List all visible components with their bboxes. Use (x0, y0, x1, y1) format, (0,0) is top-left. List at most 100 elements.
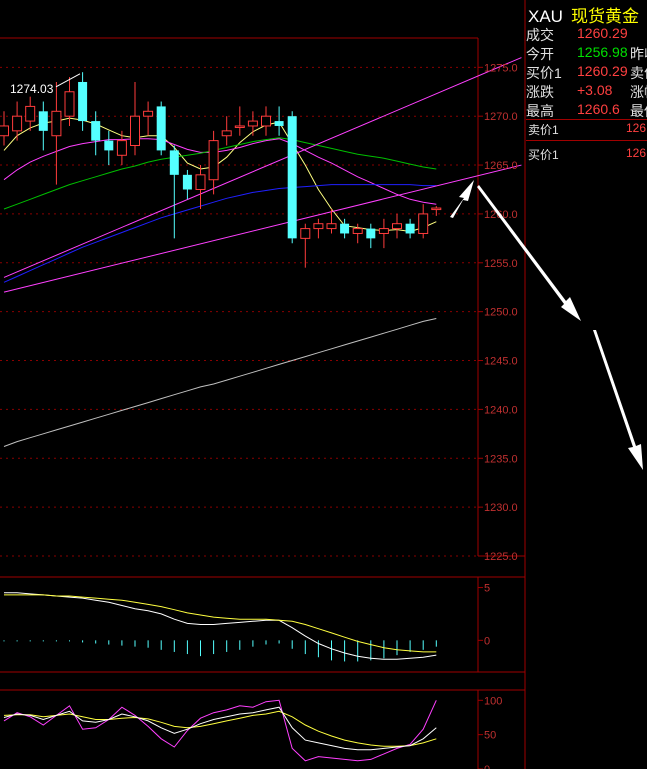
price-tick-label: 1250.0 (484, 307, 518, 319)
candle-body (405, 223, 415, 234)
macd-panel (3, 587, 483, 662)
moving-average-line (3, 137, 437, 210)
quote-row-label: 涨跌 (526, 84, 554, 100)
candle-body (116, 140, 127, 156)
candle (352, 223, 363, 244)
candle (274, 106, 284, 136)
candle-body (38, 111, 48, 131)
high-price-label: 1274.03 (10, 82, 54, 96)
candle (234, 106, 245, 136)
quote-row-value: +3.08 (577, 82, 613, 98)
candle (51, 81, 62, 185)
moving-average-line (3, 318, 437, 447)
candle-body (156, 106, 166, 151)
quote-row: 买价1 1260.29卖价 (526, 63, 647, 82)
candle-body (378, 228, 389, 234)
candle (38, 101, 48, 151)
candle (287, 111, 297, 244)
quote-row-label: 买价1 (526, 65, 562, 81)
candle (130, 81, 140, 156)
quote-row-label: 成交 (526, 27, 554, 43)
price-tick-label: 1225.0 (484, 551, 518, 563)
orderbook-row: 卖价1 126 (526, 121, 647, 139)
candle (300, 223, 311, 268)
macd-tick-label: 5 (484, 583, 490, 595)
orderbook-separator (526, 140, 647, 141)
candle-body (392, 223, 402, 230)
candle-body (169, 150, 179, 175)
candle-body (12, 115, 23, 132)
candles (0, 72, 442, 268)
candle-body (78, 81, 88, 122)
moving-average-lines (3, 117, 437, 447)
candle (78, 72, 88, 131)
price-tick-label: 1230.0 (484, 502, 518, 514)
axis-tick-labels: 1275.01270.01265.01260.01255.01250.01245… (484, 62, 518, 769)
kdj-j-line (3, 699, 437, 762)
up-arrow-shape (450, 180, 474, 218)
candle (104, 130, 114, 166)
candle-body (25, 105, 36, 122)
candle (221, 116, 232, 146)
kdj-tick-label: 0 (484, 764, 490, 769)
symbol-code: XAU (528, 7, 563, 26)
price-tick-label: 1235.0 (484, 453, 518, 465)
candle-body (418, 213, 429, 234)
quote-row-extra: 昨收 (630, 46, 647, 62)
quote-row-extra: 涨幅 (630, 84, 647, 100)
quote-row: 涨跌 +3.08 涨幅 (526, 82, 647, 101)
orderbook-label: 买价1 (528, 148, 559, 162)
price-tick-label: 1245.0 (484, 356, 518, 368)
annotation-leader (55, 73, 81, 88)
candle-body (287, 116, 297, 239)
candle-body (274, 121, 284, 126)
trendline (3, 164, 522, 293)
quote-row-extra: 卖价 (630, 65, 647, 81)
kdj-d-line (3, 710, 437, 747)
candle-body (300, 228, 311, 239)
candle (366, 223, 376, 249)
kdj-tick-label: 100 (484, 695, 502, 707)
quote-row-label: 最高 (526, 103, 554, 119)
candle-body (313, 223, 324, 230)
candle-body (208, 140, 219, 181)
candle-body (340, 223, 350, 234)
quote-panel: XAU现货黄金 成交1260.29今开1256.98昨收买价11260.29卖价… (526, 0, 647, 769)
candle (143, 101, 154, 136)
orderbook-value: 126 (626, 146, 647, 160)
candle (208, 130, 219, 195)
candle-body (352, 228, 363, 234)
candle (378, 218, 389, 249)
symbol-name: 现货黄金 (570, 7, 639, 26)
macd-dif-line (4, 592, 437, 660)
candle-body (431, 207, 442, 211)
candle (12, 101, 23, 141)
kdj-panel (3, 699, 483, 769)
orderbook-row: 买价1 126 (526, 146, 647, 164)
candle-body (326, 223, 337, 230)
candle-body (195, 174, 206, 190)
macd-tick-label: 0 (484, 635, 490, 647)
candle (405, 218, 415, 239)
candle (195, 165, 206, 210)
quote-row-value: 1260.6 (577, 101, 620, 117)
candle-body (130, 115, 140, 147)
candle (169, 145, 179, 239)
quote-row-value: 1260.29 (577, 25, 628, 41)
candle-body (234, 125, 245, 128)
candle (418, 204, 429, 239)
candle (182, 169, 192, 200)
quote-row-value: 1256.98 (577, 44, 628, 60)
quote-row-value: 1260.29 (577, 63, 628, 79)
candle-body (64, 91, 75, 117)
candle-body (143, 110, 154, 117)
candle (247, 111, 258, 136)
quote-separator (526, 119, 647, 120)
quote-row: 成交 1260.29 (526, 25, 647, 44)
price-tick-label: 1275.0 (484, 62, 518, 74)
candle-body (366, 228, 376, 239)
quote-row-label: 今开 (526, 46, 554, 62)
price-tick-label: 1240.0 (484, 404, 518, 416)
quote-row: 今开 1256.98昨收 (526, 44, 647, 63)
macd-dea-line (4, 594, 437, 653)
